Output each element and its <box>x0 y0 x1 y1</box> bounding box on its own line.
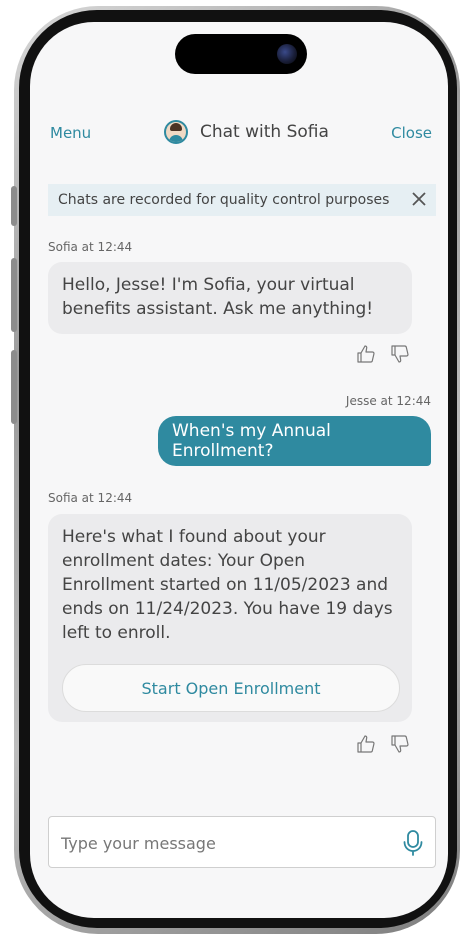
assistant-message: Hello, Jesse! I'm Sofia, your virtual be… <box>48 262 412 334</box>
phone-screen <box>30 22 448 918</box>
message-text: Here's what I found about your enrollmen… <box>62 527 393 643</box>
user-message: When's my Annual Enrollment? <box>158 416 431 466</box>
message-text: When's my Annual Enrollment? <box>172 421 331 461</box>
message-input[interactable] <box>61 829 381 857</box>
camera-icon <box>277 44 297 64</box>
thumbs-up-icon[interactable] <box>356 344 376 364</box>
message-meta: Sofia at 12:44 <box>48 491 133 505</box>
start-open-enrollment-button[interactable]: Start Open Enrollment <box>62 664 400 712</box>
thumbs-up-icon[interactable] <box>356 734 376 754</box>
microphone-icon[interactable] <box>401 829 425 857</box>
thumbs-down-icon[interactable] <box>390 344 410 364</box>
chat-title: Chat with Sofia <box>200 122 329 142</box>
dynamic-island <box>175 34 307 74</box>
phone-volume-up-button <box>11 258 17 332</box>
menu-button[interactable]: Menu <box>50 124 91 142</box>
avatar-icon <box>164 120 188 144</box>
message-meta: Sofia at 12:44 <box>48 240 133 254</box>
phone-action-button <box>11 186 17 226</box>
recording-notice: Chats are recorded for quality control p… <box>48 184 436 216</box>
message-rating <box>356 344 410 364</box>
close-icon[interactable] <box>410 190 428 208</box>
phone-volume-down-button <box>11 350 17 424</box>
notice-text: Chats are recorded for quality control p… <box>58 192 390 208</box>
close-button[interactable]: Close <box>391 124 432 142</box>
message-text: Hello, Jesse! I'm Sofia, your virtual be… <box>62 275 374 319</box>
message-rating <box>356 734 410 754</box>
message-composer <box>48 816 436 868</box>
thumbs-down-icon[interactable] <box>390 734 410 754</box>
chat-header: Menu Chat with Sofia Close <box>30 118 448 152</box>
message-meta: Jesse at 12:44 <box>345 394 431 408</box>
chat-title-group: Chat with Sofia <box>164 120 329 144</box>
